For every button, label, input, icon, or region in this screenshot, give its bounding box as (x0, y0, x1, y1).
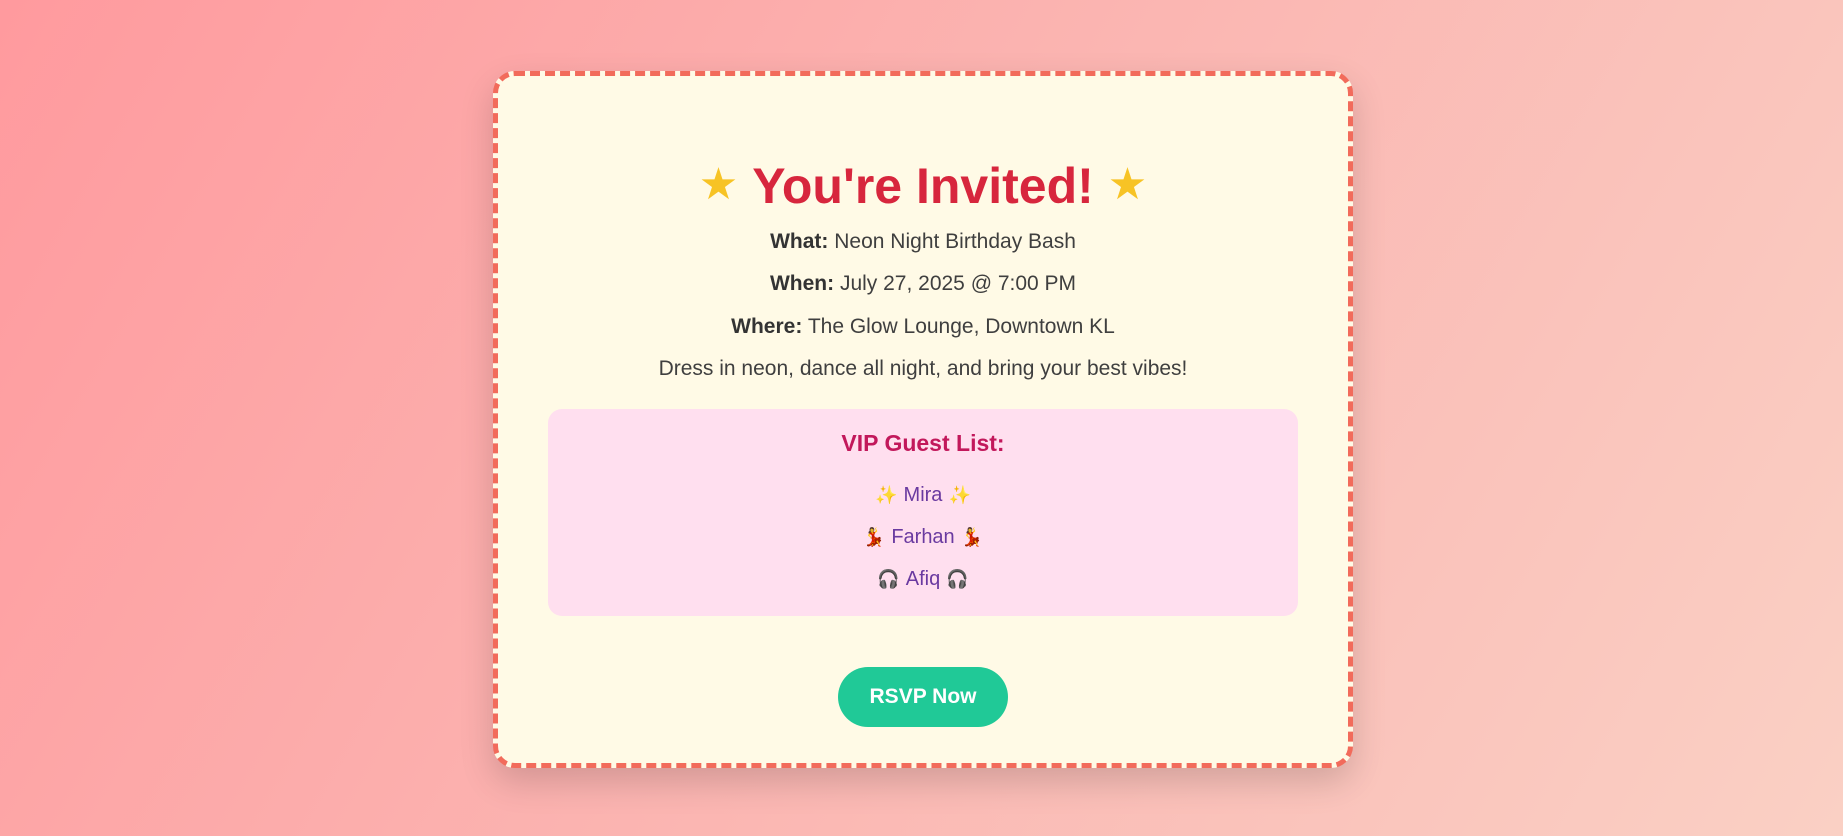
headphones-icon: 🎧 (877, 569, 900, 589)
guest-item: 💃 Farhan 💃 (548, 525, 1298, 549)
guest-list-title: VIP Guest List: (841, 430, 1005, 456)
dancer-icon: 💃 (862, 527, 886, 547)
vip-guest-list: VIP Guest List: ✨ Mira ✨ 💃 Farhan 💃 🎧 Afiq 🎧 (548, 409, 1298, 616)
what-value: Neon Night Birthday Bash (834, 230, 1076, 253)
when-line: When: July 27, 2025 @ 7:00 PM (498, 271, 1348, 296)
where-label: Where: (731, 315, 803, 338)
guest-name: Afiq (905, 568, 941, 590)
tagline: Dress in neon, dance all night, and brin… (658, 357, 1188, 380)
guest-name: Mira (903, 484, 943, 506)
rsvp-button[interactable]: RSVP Now (838, 667, 1008, 727)
what-line: What: Neon Night Birthday Bash (498, 229, 1348, 254)
star-icon: ★ (698, 160, 739, 210)
guest-item: ✨ Mira ✨ (548, 483, 1298, 507)
when-label: When: (769, 272, 835, 295)
where-line: Where: The Glow Lounge, Downtown KL (498, 314, 1348, 339)
sparkles-icon: ✨ (948, 485, 971, 505)
dancer-icon: 💃 (960, 527, 984, 547)
what-label: What: (770, 230, 829, 253)
invitation-card: ★ You're Invited! ★ What: Neon Night Birth… (493, 71, 1353, 768)
invitation-title: You're Invited! (752, 158, 1094, 214)
guest-name: Farhan (891, 526, 955, 548)
sparkles-icon: ✨ (875, 485, 898, 505)
headphones-icon: 🎧 (946, 569, 969, 589)
guest-item: 🎧 Afiq 🎧 (548, 567, 1298, 591)
where-value: The Glow Lounge, Downtown KL (807, 315, 1115, 338)
star-icon: ★ (1107, 160, 1148, 210)
invitation-title-row: ★ You're Invited! ★ (498, 156, 1348, 216)
when-value: July 27, 2025 @ 7:00 PM (839, 272, 1077, 295)
